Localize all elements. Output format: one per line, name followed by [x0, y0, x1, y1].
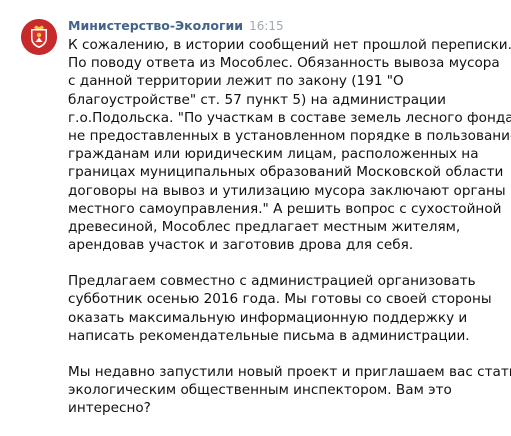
text-line: границах муниципальных образований Моско…: [68, 164, 504, 181]
text-line: субботник осенью 2016 года. Мы готовы со…: [68, 291, 492, 308]
text-line: местного самоуправления." А решить вопро…: [68, 200, 502, 217]
text-line: не предоставленных в установленном поряд…: [68, 127, 511, 144]
message-paragraph: Мы недавно запустили новый проект и приг…: [68, 363, 511, 418]
message-time[interactable]: 16:15: [249, 19, 284, 33]
text-line: г.о.Подольска. "По участкам в составе зе…: [68, 109, 511, 126]
avatar[interactable]: [21, 19, 57, 55]
text-line: оказать максимальную информационную подд…: [68, 309, 468, 326]
text-line: экологическим общественным инспектором. …: [68, 382, 452, 399]
text-line: гражданам или юридическим лицам, располо…: [68, 146, 479, 163]
text-line: интересно?: [68, 400, 151, 417]
text-line: написать рекомендательные письма в админ…: [68, 327, 470, 344]
message-body: К сожалению, в истории сообщений нет про…: [68, 36, 511, 436]
text-line: Предлагаем совместно с администрацией ор…: [68, 273, 476, 290]
message-paragraph: Предлагаем совместно с администрацией ор…: [68, 272, 500, 345]
text-line: договоры на вывоз и утилизацию мусора за…: [68, 182, 506, 199]
message-header: Министерство-Экологии 16:15: [68, 15, 284, 35]
text-line: По поводу ответа из Мособлес. Обязанност…: [68, 55, 500, 72]
moscow-oblast-coat-of-arms-icon: [21, 19, 57, 55]
message-paragraph: К сожалению, в истории сообщений нет про…: [68, 36, 511, 254]
chat-message: Министерство-Экологии 16:15 К сожалению, …: [0, 0, 511, 420]
text-line: древесиной, Мособлес предлагает местным …: [68, 218, 461, 235]
author-name[interactable]: Министерство-Экологии: [68, 18, 243, 33]
text-line: благоустройстве" ст. 57 пункт 5) на адми…: [68, 91, 446, 108]
text-line: К сожалению, в истории сообщений нет про…: [68, 37, 511, 53]
text-line: с данной территории лежит по закону (191…: [68, 73, 404, 90]
text-line: Мы недавно запустили новый проект и приг…: [68, 364, 511, 380]
text-line: арендовав участок и заготовив дрова для …: [68, 237, 414, 254]
